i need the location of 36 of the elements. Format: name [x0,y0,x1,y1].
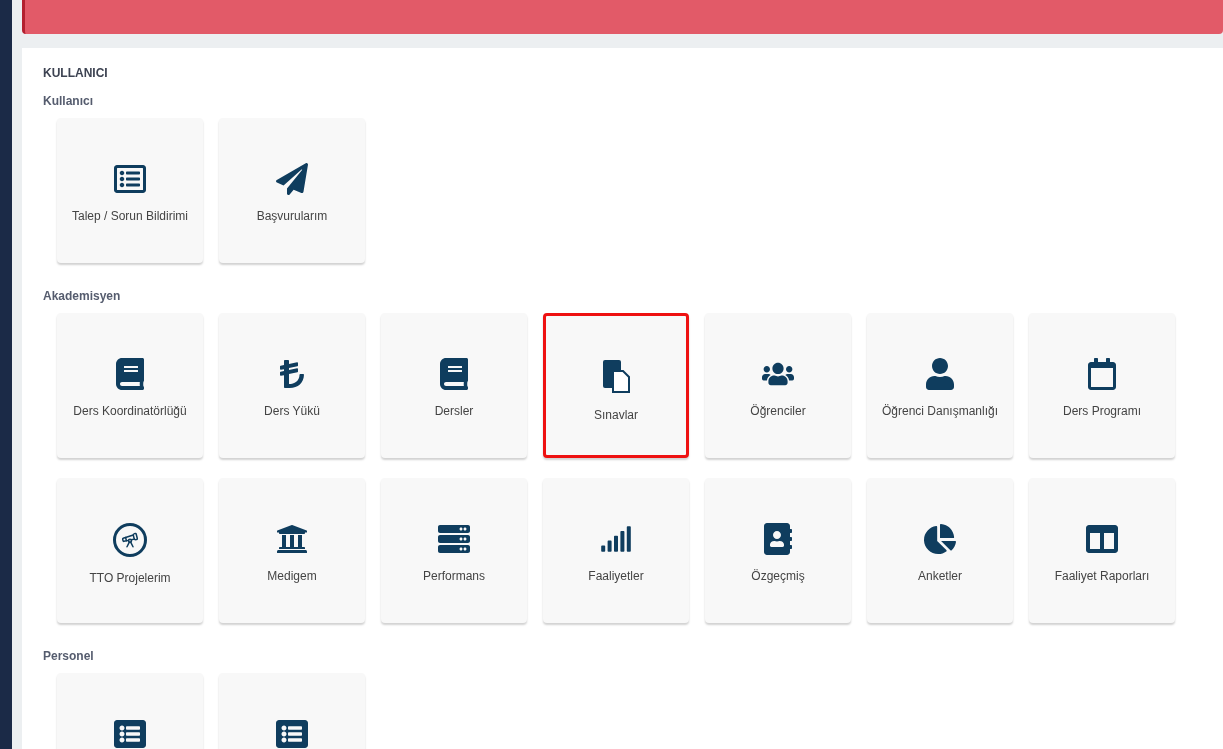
group-heading: Kullanıcı [43,93,94,110]
menu-tile[interactable]: Özgeçmiş [705,478,851,623]
documents-icon [600,358,632,394]
menu-tile[interactable]: Ders Koordinatörlüğü [57,313,203,458]
pie-chart-icon [924,523,956,555]
menu-tile[interactable]: Öğrenci Danışmanlığı [867,313,1013,458]
book-icon [114,358,146,390]
signal-bars-icon [600,523,632,555]
book-icon [438,358,470,390]
menu-tile[interactable]: Faaliyetler [543,478,689,623]
group-heading: Akademisyen [43,288,122,305]
group-heading: Personel [43,648,95,665]
menu-tile[interactable]: Medigem [219,478,365,623]
server-icon [438,523,470,555]
form-icon [114,163,146,195]
calendar-icon [1086,358,1118,390]
telescope-icon [113,523,147,557]
user-icon [924,358,956,390]
menu-tile[interactable]: Başvurularım [219,118,365,263]
list-icon [114,718,146,749]
section-heading: KULLANICI [43,65,109,82]
menu-tile[interactable]: Öğrenciler [705,313,851,458]
menu-tile[interactable]: Talep / Sorun Bildirimi [57,118,203,263]
paper-plane-icon [276,163,308,195]
list-icon [276,718,308,749]
menu-tile[interactable]: Sınavlar [543,313,689,458]
menu-tile[interactable]: TTO Projelerim [57,478,203,623]
menu-tile[interactable]: Anketler [867,478,1013,623]
menu-tile[interactable]: Ders Programı [1029,313,1175,458]
address-book-icon [762,523,794,555]
menu-tile[interactable]: Ders Yükü [219,313,365,458]
bank-icon [276,523,308,555]
menu-tile[interactable]: Faaliyet Raporları [1029,478,1175,623]
menu-tile[interactable]: Dersler [381,313,527,458]
menu-tile[interactable]: Performans [381,478,527,623]
columns-icon [1086,523,1118,555]
